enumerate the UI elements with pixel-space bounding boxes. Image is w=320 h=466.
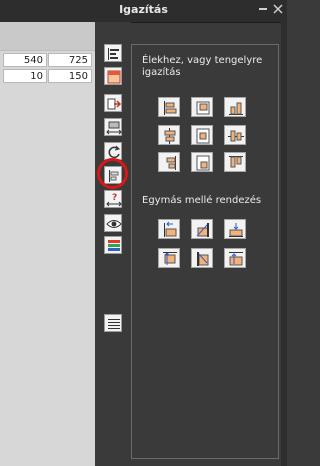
align-center-square-icon[interactable] (191, 125, 213, 145)
alignment-panel: Élekhez, vagy tengelyre igazítás Egymás … (131, 44, 279, 459)
view-eye-icon[interactable] (104, 214, 122, 232)
cell-r2-c2[interactable]: 150 (48, 69, 92, 83)
cell-r2-c1[interactable]: 10 (3, 69, 47, 83)
section-title-edge-align: Élekhez, vagy tengelyre igazítás (142, 55, 263, 78)
workspace-header (0, 22, 95, 51)
align-center-horizontal-icon[interactable] (224, 125, 246, 145)
stretch-horizontal-icon[interactable] (104, 118, 122, 136)
arrange-up-icon[interactable] (224, 248, 246, 268)
workspace-area: 540 725 10 150 (0, 22, 95, 466)
move-right-icon[interactable] (104, 94, 122, 112)
align-bottom-square-icon[interactable] (191, 152, 213, 172)
highlight-ring (97, 158, 128, 189)
align-top-edge-icon[interactable] (224, 152, 246, 172)
color-bars-icon[interactable] (104, 236, 122, 254)
align-right-bars-icon[interactable] (224, 97, 246, 117)
cell-r1-c1[interactable]: 540 (3, 53, 47, 67)
vertical-toolbar: ? (95, 22, 131, 466)
align-left-top-icon[interactable] (158, 97, 180, 117)
align-top-block-icon[interactable] (104, 67, 122, 85)
align-right-edge-icon[interactable] (158, 152, 180, 172)
cell-r1-c2[interactable]: 725 (48, 53, 92, 67)
arrange-down-icon[interactable] (224, 219, 246, 239)
arrange-left-icon[interactable] (158, 219, 180, 239)
pin-icon[interactable] (256, 2, 270, 16)
list-icon[interactable] (104, 314, 122, 332)
title-bar: Igazítás (0, 0, 287, 23)
window-edge (281, 22, 287, 466)
align-left-bars-icon[interactable] (104, 44, 122, 62)
align-top-square-icon[interactable] (191, 97, 213, 117)
align-center-vertical-icon[interactable] (158, 125, 180, 145)
arrange-slant-icon[interactable] (191, 248, 213, 268)
arrange-diagonal-icon[interactable] (191, 219, 213, 239)
section-title-arrange: Egymás mellé rendezés (142, 195, 262, 206)
arrange-up-left-icon[interactable] (158, 248, 180, 268)
window-title: Igazítás (119, 3, 168, 16)
close-icon[interactable] (271, 2, 285, 16)
svg-text:?: ? (112, 193, 117, 203)
question-distance-icon[interactable]: ? (104, 190, 122, 208)
